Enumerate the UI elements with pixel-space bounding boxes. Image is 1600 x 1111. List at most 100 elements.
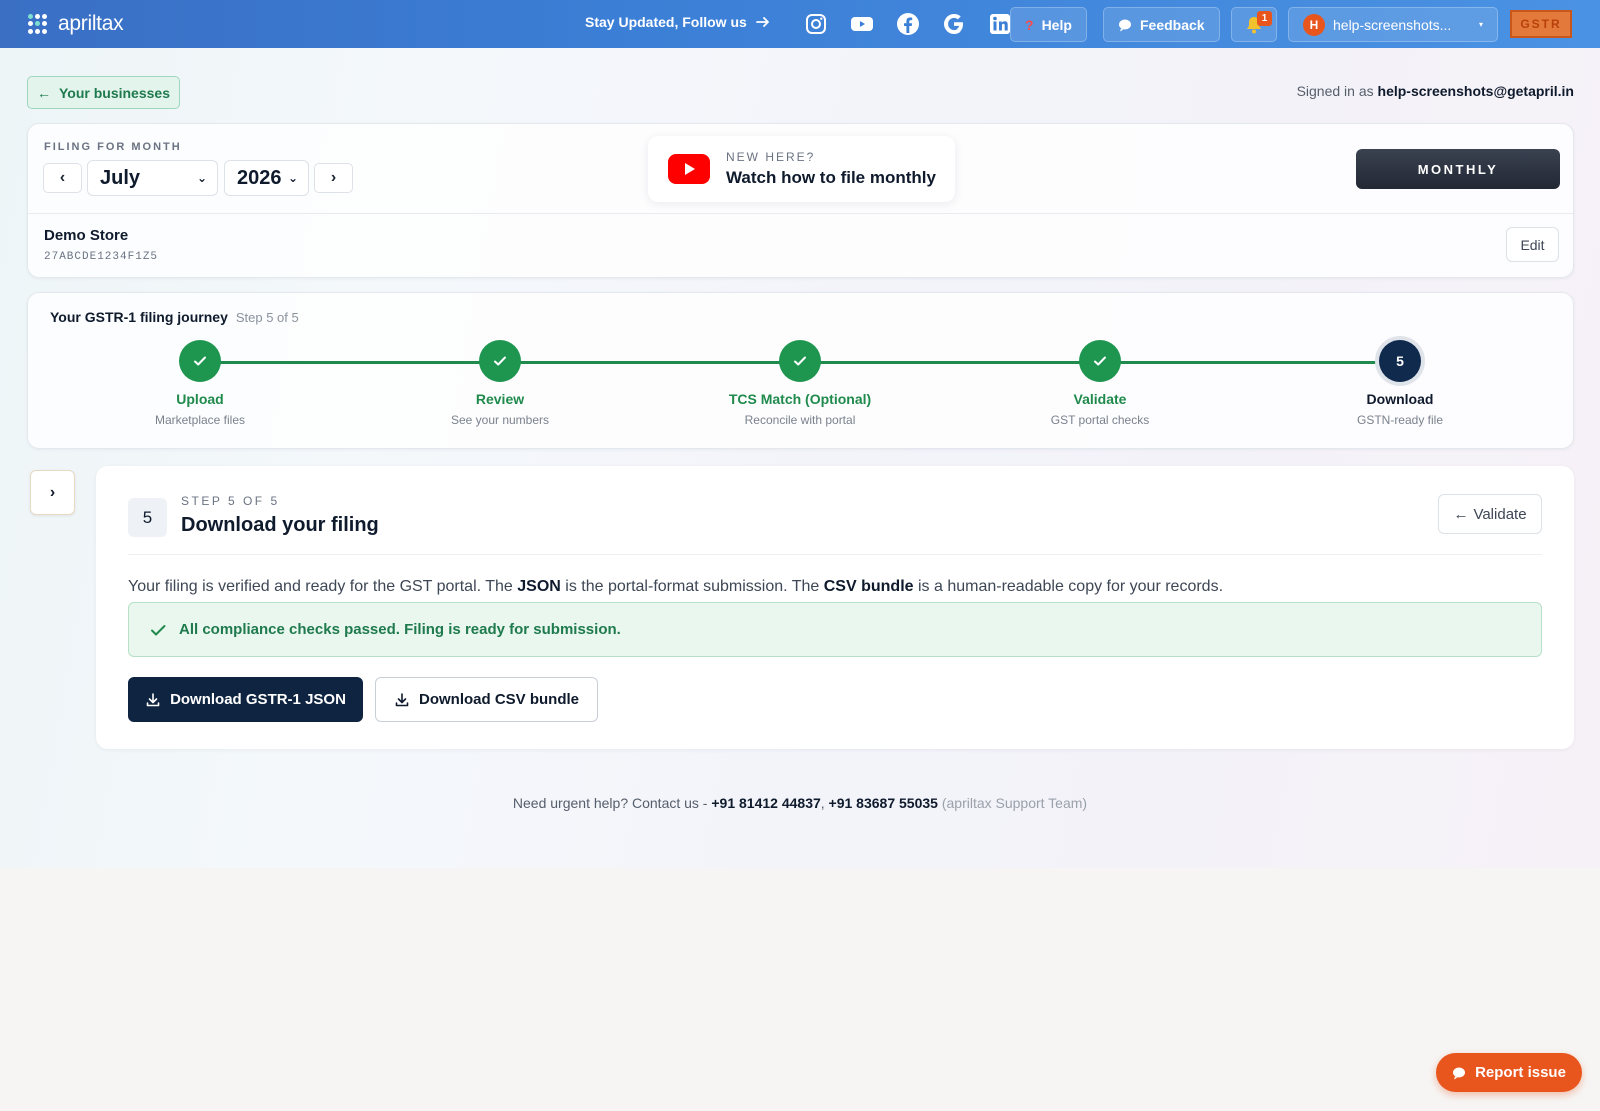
check-icon [779, 340, 821, 382]
youtube-play-icon [668, 154, 710, 184]
tutorial-video-card[interactable]: NEW HERE? Watch how to file monthly [648, 136, 955, 202]
next-month-button[interactable]: › [314, 163, 353, 193]
filing-journey-card: Your GSTR-1 filing journey Step 5 of 5 Up… [27, 292, 1574, 449]
filing-month-card: FILING FOR MONTH ‹ July ⌄ 2026 ⌄ › NEW H… [27, 123, 1574, 278]
notifications-button[interactable]: 1 [1231, 7, 1277, 42]
facebook-icon[interactable] [896, 12, 920, 36]
check-icon [1079, 340, 1121, 382]
journey-step-review[interactable]: Review See your numbers [400, 340, 600, 427]
year-select[interactable]: 2026 ⌄ [224, 160, 309, 196]
download-icon [395, 692, 409, 706]
your-businesses-button[interactable]: ← Your businesses [27, 76, 180, 109]
journey-step-validate[interactable]: Validate GST portal checks [1000, 340, 1200, 427]
check-icon [151, 624, 166, 635]
journey-step-text: Step 5 of 5 [235, 310, 299, 325]
step-label: Download [1366, 391, 1434, 407]
card-divider [28, 213, 1573, 214]
prev-month-button[interactable]: ‹ [43, 163, 82, 193]
support-phone-2[interactable]: +91 83687 55035 [829, 795, 938, 811]
validate-label: Validate [1473, 505, 1527, 523]
chevron-down-icon: ⌄ [287, 171, 298, 185]
video-eyebrow: NEW HERE? [726, 150, 816, 164]
step-sub: See your numbers [450, 413, 550, 427]
user-menu-button[interactable]: H help-screenshots... ▾ [1288, 7, 1498, 42]
step-sub: Reconcile with portal [744, 413, 856, 427]
top-nav: apriltax Stay Updated, Follow us ? Help … [0, 0, 1600, 48]
logo-grid-icon [28, 14, 48, 34]
youtube-icon[interactable] [850, 12, 874, 36]
download-icon [146, 692, 160, 706]
journey-step-download[interactable]: 5 Download GSTN-ready file [1300, 340, 1500, 427]
download-step-card: 5 STEP 5 OF 5 Download your filing ← Val… [96, 466, 1574, 749]
linkedin-icon[interactable] [988, 12, 1012, 36]
store-name: Demo Store [44, 227, 129, 244]
arrow-right-icon [755, 17, 769, 27]
month-value: July [100, 166, 141, 189]
desc-text: is a human-readable copy for your record… [913, 578, 1224, 595]
chevron-down-icon: ⌄ [196, 171, 207, 185]
brand-name: apriltax [58, 12, 124, 35]
feedback-button[interactable]: Feedback [1103, 7, 1220, 42]
brand-logo[interactable]: apriltax [28, 12, 124, 36]
step-label: TCS Match (Optional) [728, 391, 872, 407]
desc-csv: CSV bundle [823, 578, 914, 595]
help-button[interactable]: ? Help [1010, 7, 1087, 42]
step-label: Upload [176, 391, 224, 407]
desc-text: Your filing is verified and ready for th… [128, 578, 518, 595]
month-select[interactable]: July ⌄ [87, 160, 218, 196]
check-icon [179, 340, 221, 382]
follow-us: Stay Updated, Follow us [585, 14, 771, 30]
download-json-label: Download GSTR-1 JSON [170, 691, 346, 708]
video-title: Watch how to file monthly [726, 168, 936, 187]
chat-bubble-icon [1453, 1067, 1466, 1079]
gstin: 27ABCDE1234F1Z5 [44, 251, 159, 263]
step-title: Download your filing [181, 514, 379, 536]
back-to-validate-button[interactable]: ← Validate [1438, 494, 1542, 534]
chat-bubble-icon [1119, 19, 1131, 31]
check-icon [479, 340, 521, 382]
success-text: All compliance checks passed. Filing is … [179, 621, 621, 638]
signed-in-email: help-screenshots@getapril.in [1377, 83, 1574, 99]
support-phone-1[interactable]: +91 81412 44837 [711, 795, 820, 811]
edit-button[interactable]: Edit [1506, 227, 1559, 262]
sidebar-toggle-button[interactable]: › [30, 470, 75, 515]
download-description: Your filing is verified and ready for th… [128, 578, 1223, 596]
download-csv-button[interactable]: Download CSV bundle [375, 677, 598, 722]
step-sub: GSTN-ready file [1356, 413, 1444, 427]
filing-month-label: FILING FOR MONTH [44, 141, 182, 153]
help-icon: ? [1025, 16, 1034, 33]
journey-title-text: Your GSTR-1 filing journey [50, 309, 228, 325]
help-label: Help [1041, 16, 1072, 33]
download-json-button[interactable]: Download GSTR-1 JSON [128, 677, 363, 722]
journey-step-upload[interactable]: Upload Marketplace files [100, 340, 300, 427]
support-team: (apriltax Support Team) [941, 795, 1088, 811]
compliance-success-banner: All compliance checks passed. Filing is … [128, 602, 1542, 657]
step-label: Validate [1073, 391, 1127, 407]
chevron-down-icon: ▾ [1478, 20, 1483, 29]
journey-title: Your GSTR-1 filing journey Step 5 of 5 [50, 309, 299, 325]
signed-in-info: Signed in as help-screenshots@getapril.i… [1297, 83, 1574, 99]
footer-prefix: Need urgent help? Contact us - [512, 795, 708, 811]
journey-step-tcs-match[interactable]: TCS Match (Optional) Reconcile with port… [700, 340, 900, 427]
arrow-left-icon: ← [1453, 505, 1469, 523]
notification-badge: 1 [1257, 11, 1272, 26]
step-number-circle: 5 [1379, 340, 1421, 382]
download-csv-label: Download CSV bundle [419, 691, 579, 708]
desc-text: is the portal-format submission. The [560, 578, 824, 595]
follow-text: Stay Updated, Follow us [585, 14, 747, 30]
arrow-left-icon: ← [36, 84, 51, 101]
feedback-label: Feedback [1140, 16, 1205, 33]
instagram-icon[interactable] [804, 12, 828, 36]
desc-json: JSON [517, 578, 561, 595]
signed-in-prefix: Signed in as [1296, 83, 1374, 99]
gstr-switch-button[interactable]: GSTR [1510, 10, 1572, 38]
google-icon[interactable] [942, 12, 966, 36]
footer-separator: , [820, 795, 825, 811]
filing-frequency-button[interactable]: MONTHLY [1356, 149, 1560, 189]
step-sub: Marketplace files [154, 413, 246, 427]
avatar: H [1303, 13, 1325, 36]
report-issue-button[interactable]: Report issue [1436, 1053, 1582, 1092]
step-number-badge: 5 [128, 498, 167, 537]
report-issue-label: Report issue [1475, 1064, 1566, 1081]
step-sub: GST portal checks [1050, 413, 1150, 427]
